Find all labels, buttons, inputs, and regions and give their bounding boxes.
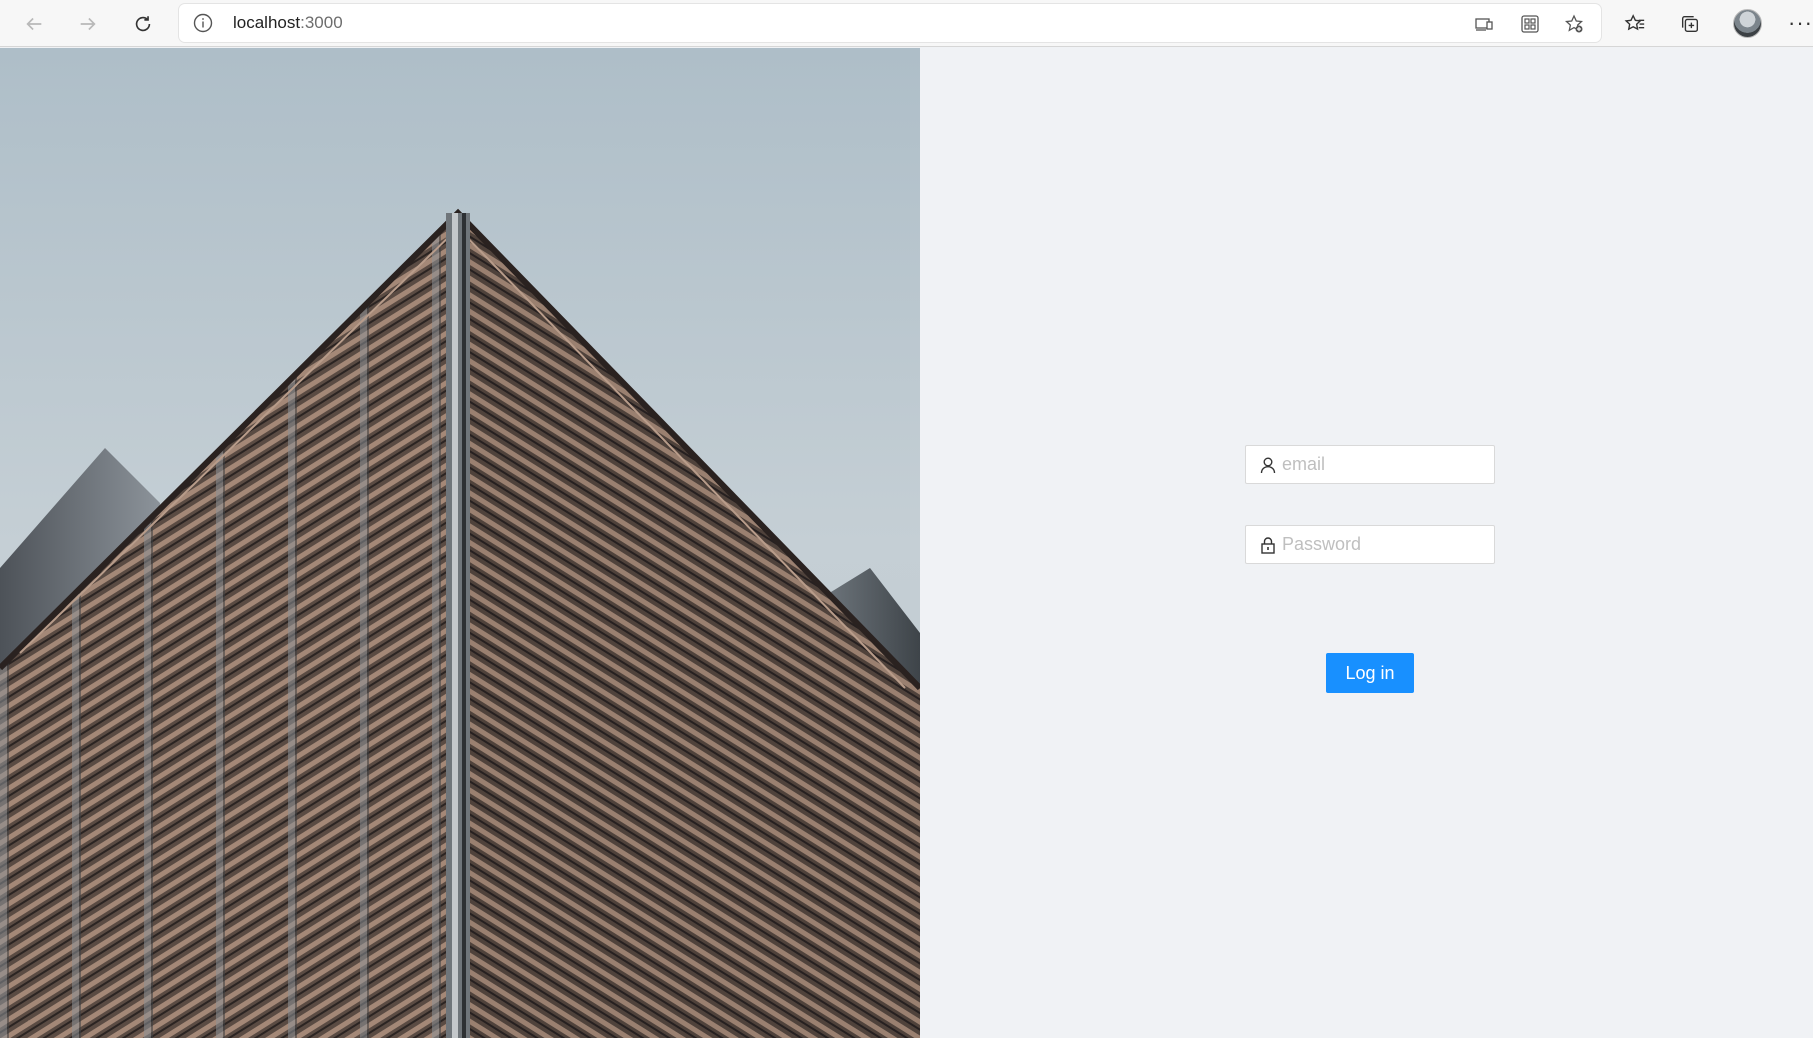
app-available-icon [1521, 15, 1539, 33]
url-text[interactable]: localhost:3000 [233, 13, 343, 33]
url-host: localhost [233, 13, 301, 32]
password-field[interactable] [1245, 525, 1495, 564]
lock-icon [1261, 537, 1275, 554]
email-input[interactable] [1282, 446, 1487, 483]
login-button[interactable]: Log in [1326, 653, 1414, 693]
apps-button[interactable] [1518, 12, 1542, 36]
building-facade-photo [0, 48, 920, 1038]
address-bar[interactable]: localhost:3000 [179, 4, 1601, 42]
profile-avatar[interactable] [1733, 9, 1762, 38]
immersive-reader-icon [1475, 18, 1493, 31]
add-favorite-button[interactable] [1562, 12, 1586, 36]
favorites-button[interactable] [1619, 8, 1651, 40]
password-input[interactable] [1282, 526, 1487, 563]
login-page: Log in [0, 48, 1813, 1038]
building-illustration [0, 48, 920, 1038]
forward-button[interactable] [72, 8, 104, 40]
user-icon [1260, 457, 1276, 474]
url-port: :3000 [300, 13, 343, 32]
more-icon[interactable]: ··· [1788, 10, 1813, 36]
collections-icon [1681, 15, 1699, 33]
refresh-icon [135, 16, 151, 32]
immersive-reader-button[interactable] [1472, 12, 1496, 36]
info-icon[interactable] [193, 13, 213, 33]
back-arrow-icon [26, 17, 42, 31]
add-favorite-icon [1564, 14, 1584, 33]
forward-arrow-icon [80, 17, 96, 31]
back-button[interactable] [18, 8, 50, 40]
favorites-icon [1624, 14, 1645, 31]
login-form: Log in [1245, 445, 1495, 693]
collections-button[interactable] [1674, 8, 1706, 40]
refresh-button[interactable] [127, 8, 159, 40]
browser-toolbar: localhost:3000 ··· [0, 0, 1813, 47]
email-field[interactable] [1245, 445, 1495, 484]
